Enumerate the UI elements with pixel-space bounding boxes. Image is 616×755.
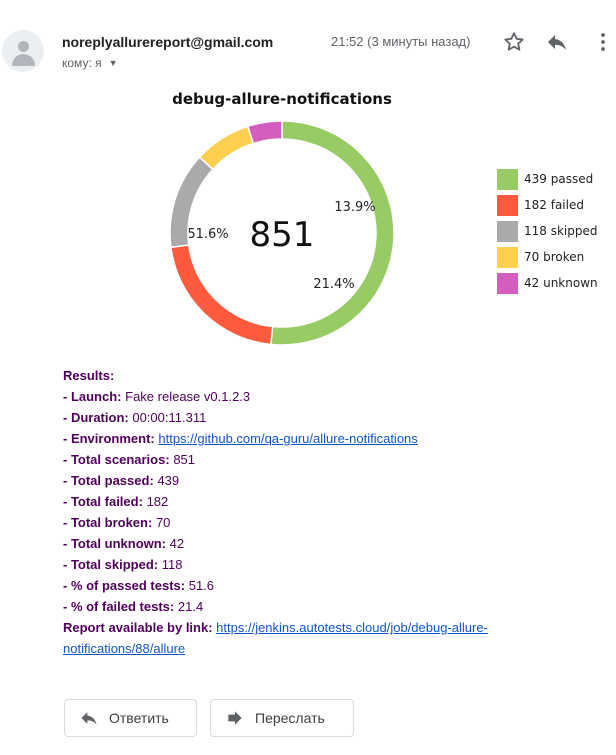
recipient-label: кому: я (62, 56, 102, 70)
slice-label-failed: 21.4% (313, 277, 354, 292)
launch-label: - Launch: (63, 389, 122, 404)
launch-value: Fake release v0.1.2.3 (125, 389, 251, 404)
duration-line: - Duration: 00:00:11.311 (63, 407, 603, 428)
donut-slice-failed (170, 244, 274, 346)
legend-swatch (497, 272, 518, 294)
skipped-label: - Total skipped: (63, 557, 159, 572)
pct-passed-label: - % of passed tests: (63, 578, 186, 593)
unknown-value: 42 (169, 536, 185, 551)
legend-swatch (497, 194, 518, 216)
forward-label: Переслать (255, 710, 325, 726)
skipped-value: 118 (161, 557, 183, 572)
legend-item-failed: 182 failed (497, 194, 598, 216)
duration-value: 00:00:11.311 (132, 410, 207, 425)
environment-link[interactable]: https://github.com/qa-guru/allure-notifi… (158, 431, 417, 446)
broken-label: - Total broken: (63, 515, 153, 530)
more-vert-icon[interactable] (591, 30, 615, 54)
star-icon[interactable] (502, 30, 526, 54)
passed-line: - Total passed: 439 (63, 470, 603, 491)
legend-item-passed: 439 passed (497, 168, 598, 190)
forward-icon (228, 711, 242, 725)
report-line-cont: notifications/88/allure (63, 638, 603, 659)
failed-label: - Total failed: (63, 494, 143, 509)
results-block: Results: - Launch: Fake release v0.1.2.3… (63, 365, 603, 659)
legend-label: 439 passed (524, 172, 594, 186)
reply-icon[interactable] (545, 30, 569, 54)
failed-line: - Total failed: 182 (63, 491, 603, 512)
recipient-line[interactable]: кому: я ▼ (62, 56, 118, 70)
legend-item-unknown: 42 unknown (497, 272, 598, 294)
pct-failed-line: - % of failed tests: 21.4 (63, 596, 603, 617)
failed-value: 182 (146, 494, 169, 509)
chart-legend: 439 passed 182 failed 118 skipped 70 broken… (497, 168, 598, 298)
pct-failed-label: - % of failed tests: (63, 599, 175, 614)
sender-address[interactable]: noreplyallurereport@gmail.com (62, 34, 273, 50)
scenarios-label: - Total scenarios: (63, 452, 170, 467)
reply-label: Ответить (109, 710, 169, 726)
legend-swatch (497, 246, 518, 268)
report-link[interactable]: https://jenkins.autotests.cloud/job/debu… (216, 620, 488, 635)
chart-title: debug-allure-notifications (172, 90, 392, 108)
pct-passed-value: 51.6 (188, 578, 215, 593)
broken-line: - Total broken: 70 (63, 512, 603, 533)
reply-button[interactable]: Ответить (64, 699, 197, 737)
forward-button[interactable]: Переслать (210, 699, 354, 737)
results-heading: Results: (63, 365, 603, 386)
broken-value: 70 (155, 515, 171, 530)
passed-label: - Total passed: (63, 473, 154, 488)
reply-icon (81, 712, 97, 725)
pct-failed-value: 21.4 (177, 599, 204, 614)
email-header: noreplyallurereport@gmail.com кому: я ▼ 2… (0, 0, 616, 80)
donut-slice-unknown (246, 120, 283, 145)
passed-value: 439 (157, 473, 180, 488)
duration-label: - Duration: (63, 410, 129, 425)
unknown-label: - Total unknown: (63, 536, 167, 551)
launch-line: - Launch: Fake release v0.1.2.3 (63, 386, 603, 407)
legend-label: 118 skipped (524, 224, 598, 238)
legend-swatch (497, 168, 518, 190)
slice-label-passed: 51.6% (187, 227, 228, 242)
skipped-line: - Total skipped: 118 (63, 554, 603, 575)
report-line: Report available by link: https://jenkin… (63, 617, 603, 638)
environment-line: - Environment: https://github.com/qa-gur… (63, 428, 603, 449)
total-count-label: 851 (250, 215, 315, 255)
scenarios-value: 851 (173, 452, 196, 467)
results-heading-text: Results: (63, 368, 115, 383)
report-link-continued[interactable]: notifications/88/allure (63, 641, 185, 656)
pct-passed-line: - % of passed tests: 51.6 (63, 575, 603, 596)
sender-avatar[interactable] (2, 30, 44, 72)
unknown-line: - Total unknown: 42 (63, 533, 603, 554)
legend-item-broken: 70 broken (497, 246, 598, 268)
report-label: Report available by link: (63, 620, 213, 635)
timestamp: 21:52 (3 минуты назад) (331, 34, 471, 49)
legend-label: 70 broken (524, 250, 585, 264)
environment-label: - Environment: (63, 431, 155, 446)
legend-item-skipped: 118 skipped (497, 220, 598, 242)
legend-label: 42 unknown (524, 276, 598, 290)
person-icon (18, 41, 29, 52)
slice-label-skipped: 13.9% (334, 200, 375, 215)
legend-label: 182 failed (524, 198, 584, 212)
chevron-down-icon[interactable]: ▼ (109, 58, 118, 68)
donut-slice-broken (198, 125, 255, 171)
legend-swatch (497, 220, 518, 242)
person-icon-body (12, 54, 35, 66)
scenarios-line: - Total scenarios: 851 (63, 449, 603, 470)
